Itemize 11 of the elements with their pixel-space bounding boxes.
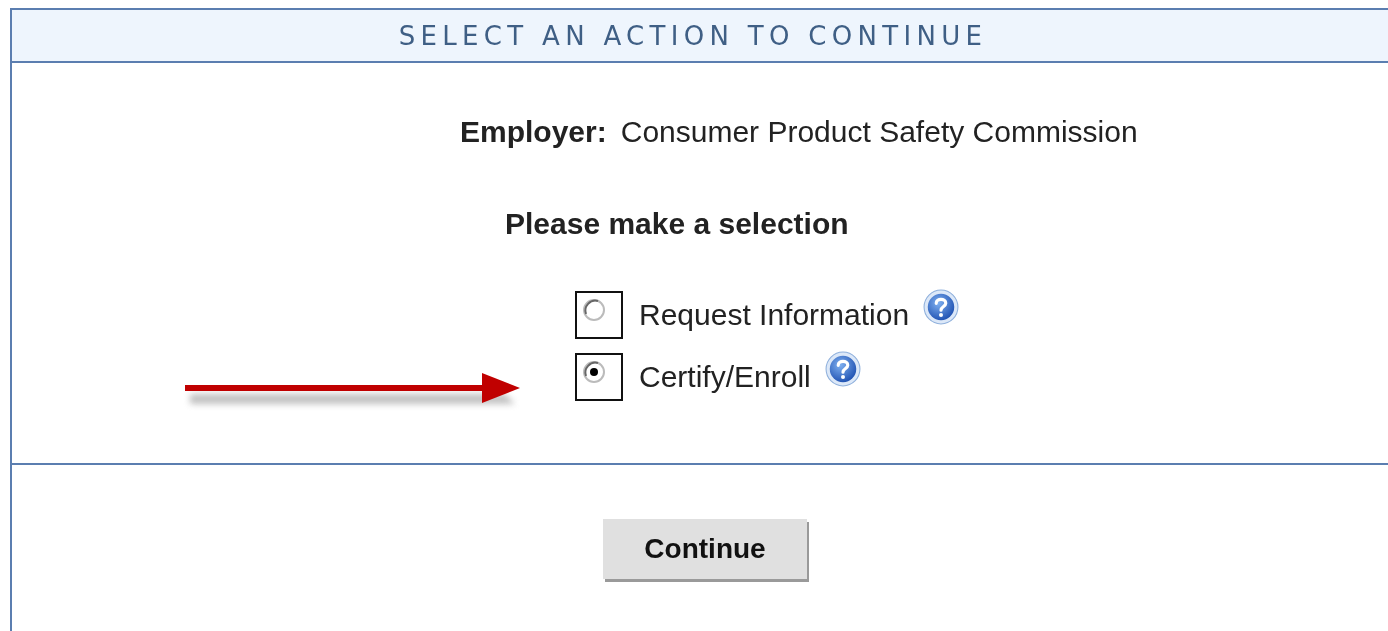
employer-label: Employer: <box>460 115 607 149</box>
continue-button[interactable]: Continue <box>603 519 807 579</box>
option-label: Certify/Enroll <box>639 360 811 394</box>
header-title: SELECT AN ACTION TO CONTINUE <box>398 20 988 51</box>
help-icon[interactable] <box>923 289 960 325</box>
radio-button[interactable] <box>575 291 623 339</box>
option-label: Request Information <box>639 298 910 332</box>
radio-button[interactable] <box>575 353 623 401</box>
employer-name: Consumer Product Safety Commission <box>620 115 1138 149</box>
selection-prompt: Please make a selection <box>504 206 850 241</box>
help-icon[interactable] <box>824 351 861 387</box>
